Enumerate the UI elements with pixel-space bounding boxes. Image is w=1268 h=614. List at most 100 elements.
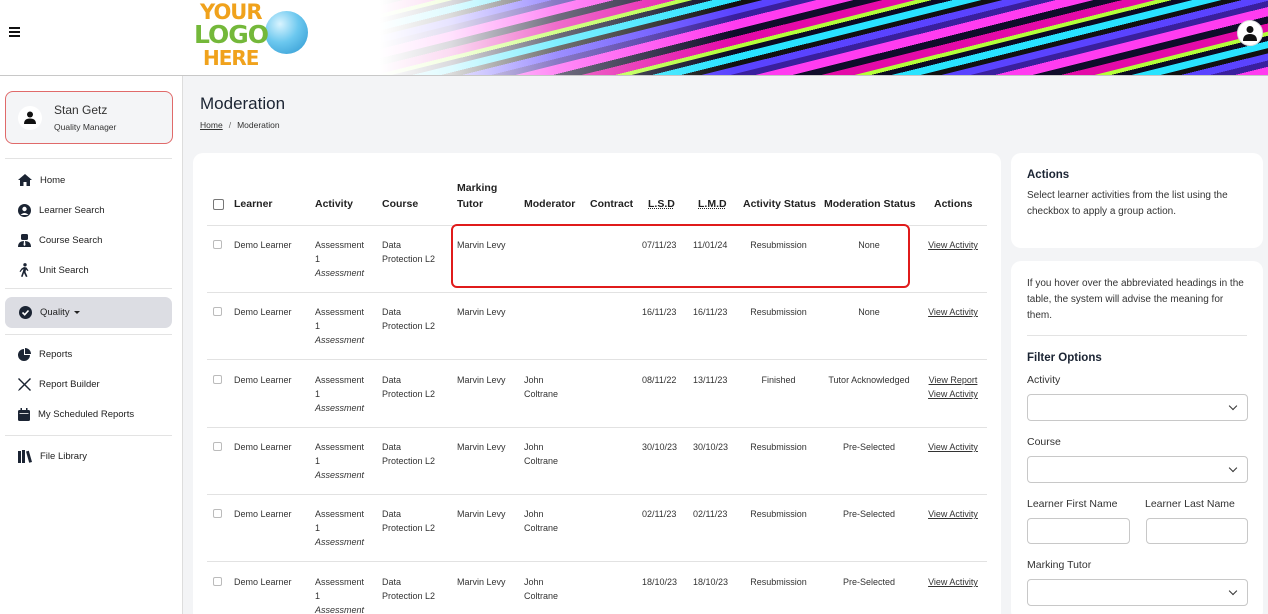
company-logo[interactable]: YOUR LOGO HERE (194, 2, 310, 72)
row-checkbox[interactable] (213, 240, 222, 249)
marking-tutor-cell: Marvin Levy (457, 509, 506, 519)
activity-number: 1 (315, 254, 321, 264)
view-action-link[interactable]: View Report (918, 373, 988, 387)
course-filter-select[interactable] (1027, 456, 1248, 483)
marking-tutor-filter-select[interactable] (1027, 579, 1248, 606)
course-cell: Data Protection L2 (382, 238, 435, 266)
pie-chart-icon (18, 347, 31, 361)
activity-cell: Assessment 1 Assessment (315, 507, 364, 549)
activity-status-cell: Resubmission (750, 442, 807, 452)
user-account-button[interactable] (1237, 20, 1263, 46)
chevron-down-icon (1228, 463, 1238, 473)
column-header-lsd[interactable]: L.S.D (648, 196, 675, 212)
sidebar-item-home[interactable]: Home (18, 171, 65, 189)
activity-cell: Assessment 1 Assessment (315, 440, 364, 482)
sidebar-item-label: Home (40, 174, 66, 186)
select-all-checkbox[interactable] (213, 199, 224, 210)
course-cell: Data Protection L2 (382, 440, 435, 468)
sidebar-divider (5, 435, 172, 436)
column-header-lmd[interactable]: L.M.D (698, 196, 727, 212)
sidebar-item-file-library[interactable]: File Library (18, 447, 87, 465)
column-header-marking-tutor-line1: Marking (457, 182, 498, 194)
home-icon (18, 174, 32, 186)
row-checkbox[interactable] (213, 442, 222, 451)
hamburger-menu-icon[interactable] (9, 25, 20, 39)
actions-description: Select learner activities from the list … (1027, 190, 1228, 217)
sidebar-item-label: File Library (40, 450, 87, 462)
chevron-down-icon (1228, 401, 1238, 411)
check-circle-icon (19, 306, 32, 319)
row-divider (207, 561, 987, 562)
caret-down-icon (73, 311, 80, 314)
view-action-link[interactable]: View Activity (918, 507, 988, 521)
moderation-status-cell: Pre-Selected (842, 577, 896, 587)
activity-number: 1 (315, 523, 321, 533)
row-checkbox[interactable] (213, 375, 222, 384)
sidebar-item-quality[interactable]: Quality (5, 297, 172, 328)
sidebar-item-label: Unit Search (39, 264, 89, 276)
row-checkbox[interactable] (213, 307, 222, 316)
activity-name: Assessment (315, 577, 365, 587)
logo-ball (265, 11, 308, 54)
sidebar-item-learner-search[interactable]: Learner Search (18, 201, 104, 219)
course-line-1: Data (382, 577, 402, 587)
course-cell: Data Protection L2 (382, 507, 435, 535)
activity-number: 1 (315, 456, 321, 466)
row-divider (207, 494, 987, 495)
walking-icon (19, 263, 29, 277)
marking-tutor-cell: Marvin Levy (457, 577, 506, 587)
learner-last-name-input[interactable] (1146, 518, 1248, 544)
book-icon (18, 449, 32, 463)
sidebar-item-report-builder[interactable]: Report Builder (18, 375, 100, 393)
user-role: Quality Manager (54, 122, 117, 132)
view-action-link[interactable]: View Activity (918, 575, 988, 589)
sidebar-item-label: Quality (40, 307, 70, 318)
activity-type: Assessment (315, 470, 365, 480)
view-activity-link[interactable]: View Activity (918, 387, 988, 401)
activity-name: Assessment (315, 509, 365, 519)
moderation-status-cell: Pre-Selected (842, 442, 896, 452)
learner-first-name-input[interactable] (1027, 518, 1130, 544)
highlight-box (451, 224, 910, 288)
row-checkbox[interactable] (213, 509, 222, 518)
learner-cell: Demo Learner (234, 442, 292, 452)
sidebar-item-label: Course Search (39, 234, 103, 246)
view-action-link[interactable]: View Activity (918, 305, 988, 319)
course-line-1: Data (382, 509, 402, 519)
learner-last-name-label: Learner Last Name (1145, 498, 1235, 510)
header-banner-image (380, 0, 1268, 75)
lmd-cell: 13/11/23 (693, 375, 728, 385)
activity-name: Assessment (315, 240, 365, 250)
activity-status-cell: Resubmission (750, 307, 807, 317)
lmd-cell: 30/10/23 (693, 442, 729, 452)
sidebar-item-course-search[interactable]: Course Search (18, 231, 102, 249)
course-line-1: Data (382, 442, 402, 452)
activity-type: Assessment (315, 268, 365, 278)
column-header-moderator: Moderator (524, 198, 576, 210)
learner-cell: Demo Learner (234, 240, 292, 250)
moderation-status-cell: Tutor Acknowledged (828, 375, 910, 385)
column-header-activity: Activity (315, 198, 353, 210)
user-icon (24, 111, 36, 124)
user-name: Stan Getz (54, 103, 108, 117)
column-header-learner: Learner (234, 198, 273, 210)
activity-number: 1 (315, 591, 321, 601)
view-action-link[interactable]: View Activity (918, 440, 988, 454)
course-line-2: Protection L2 (382, 523, 436, 533)
sidebar: Stan Getz Quality Manager Home Learner S… (0, 76, 183, 614)
avatar (18, 106, 42, 130)
sidebar-item-my-scheduled-reports[interactable]: My Scheduled Reports (18, 405, 134, 423)
moderation-status-cell: Pre-Selected (842, 509, 896, 519)
column-header-moderation-status: Moderation Status (824, 198, 916, 210)
row-checkbox[interactable] (213, 577, 222, 586)
activity-filter-select[interactable] (1027, 394, 1248, 421)
activity-type: Assessment (315, 537, 365, 547)
breadcrumb-home-link[interactable]: Home (200, 120, 223, 130)
sidebar-item-reports[interactable]: Reports (18, 345, 72, 363)
view-action-link[interactable]: View Activity (918, 238, 988, 252)
moderator-last-name: Coltrane (524, 523, 559, 533)
course-line-1: Data (382, 307, 402, 317)
moderator-cell: John Coltrane (524, 507, 558, 535)
user-profile-card[interactable]: Stan Getz Quality Manager (5, 91, 173, 144)
sidebar-item-unit-search[interactable]: Unit Search (18, 261, 89, 279)
